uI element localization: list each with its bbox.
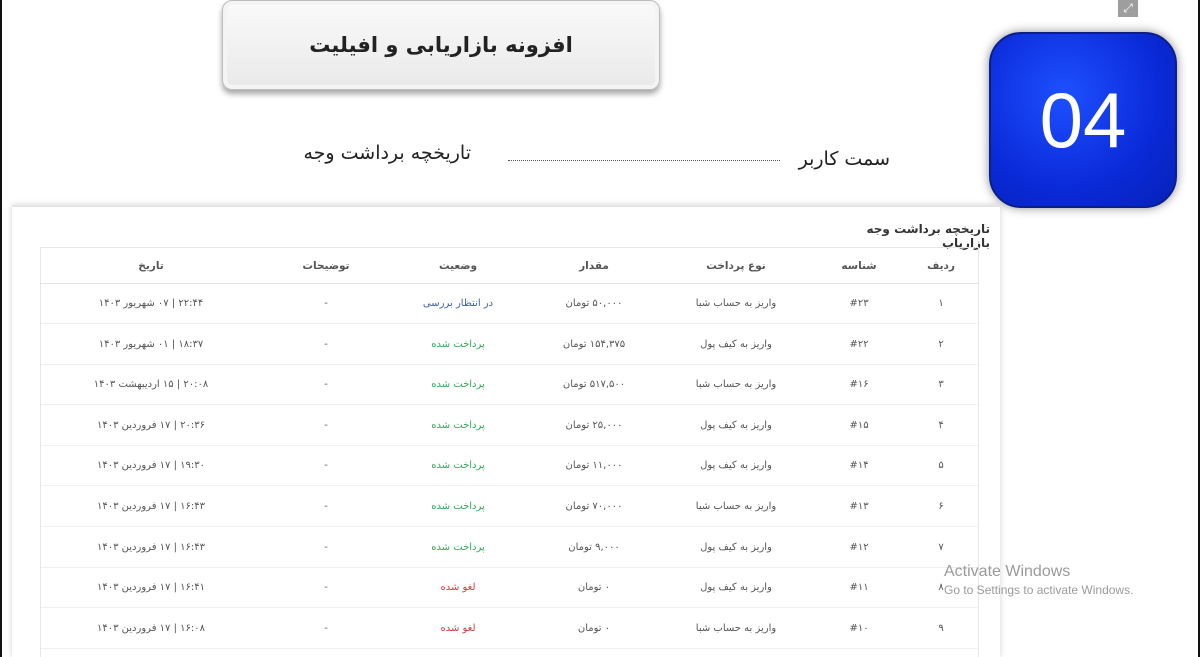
cell-payment-type: واریز به کیف پول xyxy=(700,460,772,472)
cell-payment-type: واریز به حساب شبا xyxy=(695,298,777,309)
status-badge: پرداخت شده xyxy=(431,379,485,391)
breadcrumb-user-side: سمت کاربر xyxy=(798,148,890,170)
cell-date: ۲۰:۰۸ | ۱۵ اردیبهشت ۱۴۰۳ xyxy=(93,379,209,391)
cell-description: - xyxy=(324,541,328,553)
cell-row-number: ۳ xyxy=(938,379,944,391)
cell-id: #۱۳ xyxy=(849,501,869,512)
column-header-amount: مقدار xyxy=(579,259,609,272)
cell-payment-type: واریز به کیف پول xyxy=(700,541,772,553)
cell-description: - xyxy=(324,622,328,634)
cell-amount: ۰ تومان xyxy=(577,622,611,634)
cell-payment-type: واریز به کیف پول xyxy=(700,419,772,431)
table-row: ۷ #۱۲ واریز به کیف پول ۹,۰۰۰ تومان پرداخت شد… xyxy=(41,528,978,568)
cell-row-number: ۲ xyxy=(938,338,944,350)
status-badge: پرداخت شده xyxy=(431,501,485,512)
table-row: ۹ #۱۰ واریز به حساب شبا ۰ تومان لغو شده - ۱۶:۰… xyxy=(41,609,978,649)
frame-border-left xyxy=(0,0,2,657)
cell-id: #۱۱ xyxy=(849,582,869,594)
table-row: ۵ #۱۴ واریز به کیف پول ۱۱,۰۰۰ تومان پرداخت ش… xyxy=(41,446,978,487)
cell-description: - xyxy=(324,338,328,350)
cell-amount: ۵۱۷,۵۰۰ تومان xyxy=(562,379,626,391)
activate-windows-title: Activate Windows xyxy=(944,563,1071,580)
column-header-date: تاریخ xyxy=(138,259,164,272)
cell-id: #۱۰ xyxy=(849,622,869,634)
cell-description: - xyxy=(324,379,328,391)
cell-description: - xyxy=(324,582,328,594)
breadcrumb-withdraw-history: تاریخچه برداشت وجه xyxy=(303,142,471,164)
status-badge: پرداخت شده xyxy=(431,460,485,472)
cell-date: ۲۰:۳۶ | ۱۷ فروردین ۱۴۰۳ xyxy=(97,419,205,431)
cell-date: ۱۶:۰۸ | ۱۷ فروردین ۱۴۰۳ xyxy=(97,622,205,634)
cell-amount: ۷۰,۰۰۰ تومان xyxy=(565,501,623,512)
table-row: ۴ #۱۵ واریز به کیف پول ۲۵,۰۰۰ تومان پرداخت ش… xyxy=(41,406,978,446)
status-badge: پرداخت شده xyxy=(431,419,485,431)
slide-number: 04 xyxy=(1039,76,1127,164)
cell-amount: ۹,۰۰۰ تومان xyxy=(568,541,620,553)
cell-row-number: ۴ xyxy=(938,419,944,431)
cell-description: - xyxy=(324,460,328,472)
table-row: ۲ #۲۲ واریز به کیف پول ۱۵۴,۳۷۵ تومان پرداخت … xyxy=(41,325,978,365)
table-row: ۸ #۱۱ واریز به کیف پول ۰ تومان لغو شده -۱۶:۴۱… xyxy=(41,568,978,609)
activate-windows-subtitle: Go to Settings to activate Windows. xyxy=(944,583,1134,597)
cell-date: ۱۹:۳۰ | ۱۷ فروردین ۱۴۰۳ xyxy=(97,460,205,472)
cell-row-number: ۶ xyxy=(938,501,944,512)
cell-payment-type: واریز به حساب شبا xyxy=(695,501,777,512)
cell-payment-type: واریز به حساب شبا xyxy=(695,622,777,634)
table-row: ۳ #۱۶ واریز به حساب شبا ۵۱۷,۵۰۰ تومان پرداخت… xyxy=(41,365,978,406)
cell-description: - xyxy=(324,501,328,512)
table-row: ۱ #۲۳ واریز به حساب شبا ۵۰,۰۰۰ تومان در انتظ… xyxy=(41,284,978,324)
cell-row-number: ۵ xyxy=(938,460,944,472)
column-header-status: وضعیت xyxy=(439,259,478,272)
cell-id: #۲۲ xyxy=(849,338,869,350)
breadcrumb-dotted-connector xyxy=(508,160,780,161)
cell-date: ۱۸:۳۷ | ۰۱ شهریور ۱۴۰۳ xyxy=(98,338,204,350)
expand-icon[interactable]: ⤢ xyxy=(1118,0,1138,17)
cell-payment-type: واریز به کیف پول xyxy=(700,582,772,594)
status-badge: لغو شده xyxy=(440,582,476,594)
cell-id: #۱۵ xyxy=(849,419,869,431)
cell-payment-type: واریز به کیف پول xyxy=(700,338,772,350)
cell-id: #۱۶ xyxy=(849,379,869,391)
table-header-row: ردیف شناسه نوع پرداخت مقدار وضعیت توضیحا… xyxy=(41,248,978,284)
cell-payment-type: واریز به حساب شبا xyxy=(695,379,777,391)
status-badge: لغو شده xyxy=(440,622,476,634)
cell-date: ۱۶:۴۳ | ۱۷ فروردین ۱۴۰۳ xyxy=(97,541,205,553)
cell-row-number: ۱ xyxy=(938,298,944,309)
cell-description: - xyxy=(324,419,328,431)
column-header-id: شناسه xyxy=(841,259,877,272)
cell-description: - xyxy=(324,298,328,309)
cell-row-number: ۷ xyxy=(938,541,944,553)
slide-title: افزونه بازاریابی و افیلیت xyxy=(309,33,573,57)
cell-amount: ۲۵,۰۰۰ تومان xyxy=(565,419,623,431)
table-row: ۶ #۱۳ واریز به حساب شبا ۷۰,۰۰۰ تومان پرداخت … xyxy=(41,487,978,527)
cell-amount: ۰ تومان xyxy=(577,582,611,594)
slide-number-badge: 04 xyxy=(989,32,1177,208)
cell-date: ۱۶:۴۳ | ۱۷ فروردین ۱۴۰۳ xyxy=(97,501,205,512)
cell-id: #۱۲ xyxy=(849,541,869,553)
status-badge: در انتظار بررسی xyxy=(422,298,494,309)
cell-row-number: ۹ xyxy=(938,622,944,634)
cell-date: ۲۲:۴۴ | ۰۷ شهریور ۱۴۰۳ xyxy=(98,298,204,309)
withdraw-history-table: ردیف شناسه نوع پرداخت مقدار وضعیت توضیحا… xyxy=(40,247,979,657)
cell-amount: ۱۱,۰۰۰ تومان xyxy=(565,460,623,472)
slide-title-box: افزونه بازاریابی و افیلیت xyxy=(222,0,660,90)
cell-amount: ۵۰,۰۰۰ تومان xyxy=(565,298,623,309)
column-header-payment-type: نوع پرداخت xyxy=(706,259,766,272)
cell-amount: ۱۵۴,۳۷۵ تومان xyxy=(562,338,626,350)
status-badge: پرداخت شده xyxy=(431,541,485,553)
cell-id: #۲۳ xyxy=(849,298,869,309)
cell-date: ۱۶:۴۱ | ۱۷ فروردین ۱۴۰۳ xyxy=(97,582,205,594)
status-badge: پرداخت شده xyxy=(431,338,485,350)
cell-id: #۱۴ xyxy=(849,460,869,472)
panel-title: تاریخچه برداشت وجه بازاریاب xyxy=(866,222,991,250)
column-header-description: توضیحات xyxy=(302,259,350,272)
withdraw-history-panel: تاریخچه برداشت وجه بازاریاب ردیف شناسه ن… xyxy=(12,205,1000,657)
column-header-row: ردیف xyxy=(927,259,955,272)
activate-windows-watermark: Activate Windows Go to Settings to activ… xyxy=(944,563,1174,597)
